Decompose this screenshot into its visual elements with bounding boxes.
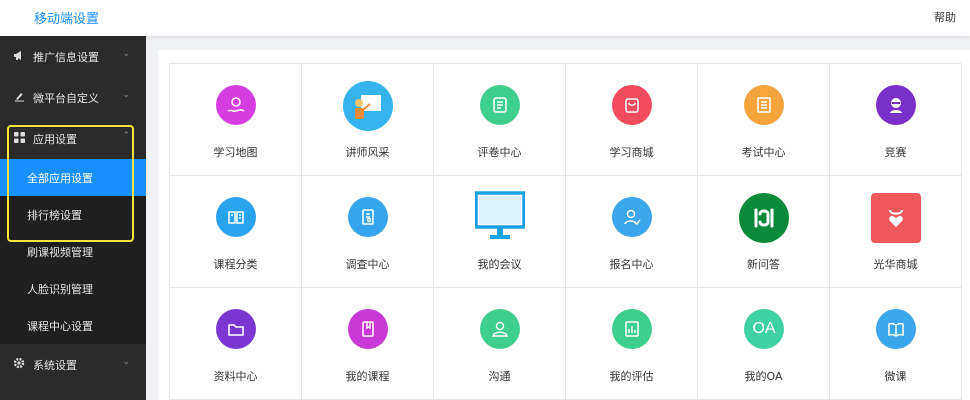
- gear-icon: [11, 357, 27, 372]
- chevron-down-icon: ⌄: [122, 357, 130, 367]
- sidebar-group-label: 应用设置: [33, 132, 77, 146]
- app-label: 考试中心: [741, 146, 786, 159]
- exam-icon: [744, 85, 784, 125]
- app-label: 讲师风采: [345, 146, 390, 159]
- app-tile[interactable]: 学习地图: [170, 64, 302, 176]
- sidebar-group-label: 推广信息设置: [33, 50, 99, 64]
- megaphone-icon: [11, 50, 27, 64]
- app-label: 沟通: [488, 370, 511, 383]
- grid-icon: [11, 131, 27, 146]
- main-content: 学习地图 讲师风采 评卷中心 学习商城 考试中心 竞赛 课程分类 调查中心 我的…: [158, 50, 970, 400]
- app-tile[interactable]: 沟通: [434, 288, 566, 400]
- pencil-icon: [11, 91, 27, 105]
- app-tile[interactable]: 考试中心: [698, 64, 830, 176]
- app-label: 我的评估: [609, 370, 654, 383]
- chevron-down-icon: ⌄: [122, 90, 130, 100]
- chevron-up-icon: ⌃: [122, 131, 130, 141]
- sidebar-group-label: 系统设置: [33, 358, 77, 372]
- app-label: 我的会议: [477, 258, 522, 271]
- app-tile[interactable]: 我的评估: [566, 288, 698, 400]
- app-label: 资料中心: [213, 370, 258, 383]
- sidebar-group-microplatform[interactable]: 微平台自定义 ⌄: [0, 77, 146, 118]
- app-tile[interactable]: 我的课程: [302, 288, 434, 400]
- course-icon: [348, 309, 388, 349]
- oa-icon: OA: [744, 309, 784, 349]
- trophy-icon: [876, 85, 916, 125]
- app-tile[interactable]: 调查中心: [302, 176, 434, 288]
- user-icon: [612, 197, 652, 237]
- app-grid: 学习地图 讲师风采 评卷中心 学习商城 考试中心 竞赛 课程分类 调查中心 我的…: [169, 63, 962, 400]
- top-bar: 移动端设置 帮助: [0, 0, 970, 36]
- open-book-icon: [876, 309, 916, 349]
- qa-icon: [739, 193, 789, 243]
- app-label: 竞赛: [884, 146, 907, 159]
- report-icon: [612, 309, 652, 349]
- sidebar-group-app-settings[interactable]: 应用设置 ⌃: [0, 118, 146, 159]
- sidebar-item-ranking[interactable]: 排行榜设置: [0, 196, 146, 233]
- app-tile[interactable]: 评卷中心: [434, 64, 566, 176]
- app-tile[interactable]: 光华商城: [830, 176, 962, 288]
- person-icon: [480, 309, 520, 349]
- app-tile[interactable]: 学习商城: [566, 64, 698, 176]
- app-tile[interactable]: 资料中心: [170, 288, 302, 400]
- app-tile[interactable]: 微课: [830, 288, 962, 400]
- app-label: 报名中心: [609, 258, 654, 271]
- teacher-icon: [343, 81, 393, 131]
- app-tile[interactable]: 课程分类: [170, 176, 302, 288]
- app-label: 光华商城: [873, 258, 918, 271]
- app-tile[interactable]: 报名中心: [566, 176, 698, 288]
- app-label: 我的OA: [744, 370, 783, 383]
- oa-icon-text: OA: [752, 320, 776, 337]
- app-label: 课程分类: [213, 258, 258, 271]
- app-tile[interactable]: OA 我的OA: [698, 288, 830, 400]
- help-link[interactable]: 帮助: [934, 9, 956, 25]
- app-label: 学习地图: [213, 146, 258, 159]
- sidebar-group-label: 微平台自定义: [33, 91, 99, 105]
- app-tile[interactable]: 新问答: [698, 176, 830, 288]
- sidebar-group-system[interactable]: 系统设置 ⌄: [0, 344, 146, 385]
- sidebar-item-all-apps[interactable]: 全部应用设置: [0, 159, 146, 196]
- app-label: 调查中心: [345, 258, 390, 271]
- page-title: 移动端设置: [34, 12, 100, 27]
- app-tile[interactable]: 讲师风采: [302, 64, 434, 176]
- folder-icon: [216, 309, 256, 349]
- sidebar-item-video[interactable]: 刷课视频管理: [0, 233, 146, 270]
- scroll-icon: [480, 85, 520, 125]
- app-tile[interactable]: 竞赛: [830, 64, 962, 176]
- heart-bag-icon: [871, 193, 921, 243]
- sidebar-submenu: 全部应用设置 排行榜设置 刷课视频管理 人脸识别管理 课程中心设置: [0, 159, 146, 344]
- book-icon: [216, 197, 256, 237]
- app-tile[interactable]: 我的会议: [434, 176, 566, 288]
- monitor-icon: [475, 191, 525, 241]
- chevron-down-icon: ⌄: [122, 49, 130, 59]
- sidebar-group-promotion[interactable]: 推广信息设置 ⌄: [0, 36, 146, 77]
- survey-icon: [348, 197, 388, 237]
- app-label: 学习商城: [609, 146, 654, 159]
- sidebar: 推广信息设置 ⌄ 微平台自定义 ⌄ 应用设置 ⌃ 全部应用设置 排行榜设置 刷课…: [0, 36, 146, 400]
- shopping-bag-icon: [612, 85, 652, 125]
- map-icon: [216, 85, 256, 125]
- app-label: 微课: [884, 370, 907, 383]
- sidebar-item-face[interactable]: 人脸识别管理: [0, 270, 146, 307]
- app-label: 新问答: [747, 258, 780, 271]
- app-label: 我的课程: [345, 370, 390, 383]
- sidebar-item-course-center[interactable]: 课程中心设置: [0, 307, 146, 344]
- app-label: 评卷中心: [477, 146, 522, 159]
